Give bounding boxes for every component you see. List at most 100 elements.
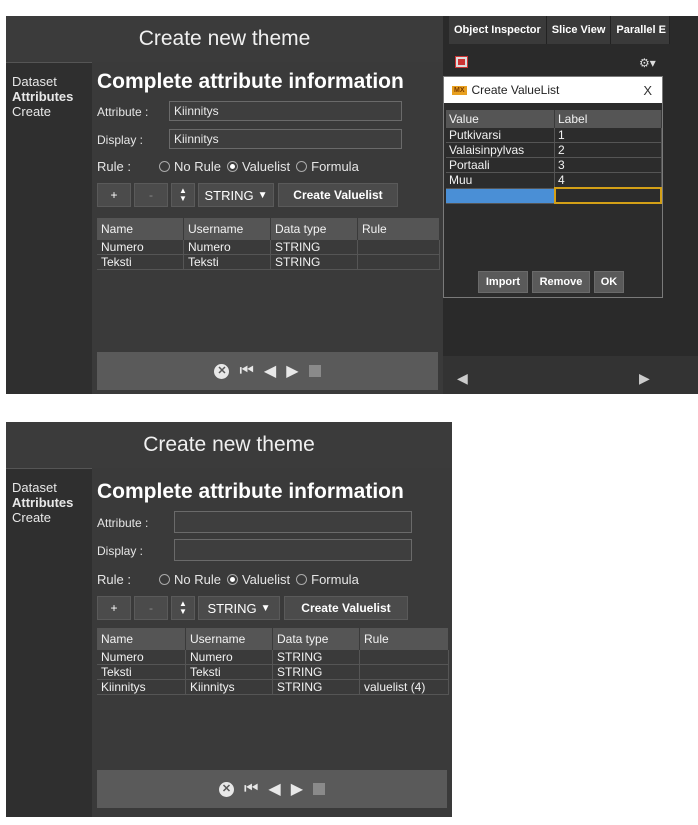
table-row[interactable]: Kiinnitys Kiinnitys STRING valuelist (4) bbox=[97, 679, 449, 695]
top-create-valuelist-button[interactable]: Create Valuelist bbox=[278, 183, 398, 207]
bottom-display-input[interactable] bbox=[174, 539, 412, 561]
table-row[interactable]: Teksti Teksti STRING bbox=[97, 664, 449, 680]
col-data-type[interactable]: Data type bbox=[272, 628, 360, 650]
valuelist-table: Value Label Putkivarsi 1 Valaisinpylvas 2 … bbox=[446, 110, 662, 204]
cell-label[interactable]: 2 bbox=[554, 142, 662, 158]
cell-rule bbox=[359, 650, 449, 665]
flag-icon[interactable] bbox=[455, 56, 468, 68]
col-value[interactable]: Value bbox=[446, 110, 555, 128]
cell-value[interactable]: Portaali bbox=[446, 157, 555, 173]
col-name[interactable]: Name bbox=[97, 628, 186, 650]
cell-value[interactable]: Putkivarsi bbox=[446, 128, 555, 143]
top-title-bar: Create new theme bbox=[6, 16, 443, 63]
bottom-move-stepper[interactable]: ▲ ▼ bbox=[171, 596, 195, 620]
table-row[interactable]: Muu 4 bbox=[446, 172, 662, 189]
first-page-icon[interactable]: ⏮ bbox=[244, 780, 258, 798]
bottom-add-button[interactable]: + bbox=[97, 596, 131, 620]
table-row[interactable]: Putkivarsi 1 bbox=[446, 128, 662, 143]
top-type-select[interactable]: STRING ▼ bbox=[198, 183, 274, 207]
remove-button[interactable]: Remove bbox=[532, 271, 590, 293]
top-display-input[interactable]: Kiinnitys bbox=[169, 129, 402, 149]
top-rule-row: Rule : No Rule Valuelist Formula bbox=[97, 159, 359, 174]
new-entry-row[interactable] bbox=[446, 187, 662, 204]
new-value-cell[interactable] bbox=[446, 188, 555, 204]
tab-parallel[interactable]: Parallel E bbox=[611, 16, 671, 44]
bottom-attributes-table: Name Username Data type Rule Numero Nume… bbox=[97, 628, 449, 695]
bottom-create-valuelist-button[interactable]: Create Valuelist bbox=[284, 596, 408, 620]
table-row[interactable]: Teksti Teksti STRING bbox=[97, 254, 440, 270]
right-arrow-icon[interactable]: ▶ bbox=[639, 370, 650, 387]
table-row[interactable]: Numero Numero STRING bbox=[97, 240, 440, 255]
sidebar-item-dataset[interactable]: Dataset bbox=[12, 480, 73, 495]
dialog-title: Create ValueList bbox=[471, 83, 560, 97]
gear-icon[interactable]: ⚙▾ bbox=[639, 56, 656, 70]
close-circle-icon[interactable]: ✕ bbox=[214, 363, 230, 379]
ok-button[interactable]: OK bbox=[594, 271, 624, 293]
cell-rule bbox=[357, 254, 440, 270]
table-header-row: Name Username Data type Rule bbox=[97, 628, 449, 650]
cell-data-type: STRING bbox=[270, 254, 358, 270]
tab-slice-view[interactable]: Slice View bbox=[546, 16, 612, 44]
bottom-radio-formula-label: Formula bbox=[311, 572, 359, 587]
first-page-icon[interactable]: ⏮ bbox=[239, 362, 253, 380]
top-add-button[interactable]: + bbox=[97, 183, 131, 207]
col-rule[interactable]: Rule bbox=[357, 218, 440, 240]
next-icon[interactable]: ▶ bbox=[291, 779, 303, 799]
close-icon[interactable]: X bbox=[643, 83, 652, 98]
right-bottom-bar bbox=[443, 356, 698, 394]
top-attribute-input[interactable]: Kiinnitys bbox=[169, 101, 402, 121]
bottom-radio-no-rule[interactable] bbox=[158, 574, 170, 585]
cell-name: Kiinnitys bbox=[97, 679, 186, 695]
top-radio-no-rule-label: No Rule bbox=[173, 159, 221, 174]
table-row[interactable]: Valaisinpylvas 2 bbox=[446, 142, 662, 158]
cell-data-type: STRING bbox=[272, 650, 360, 665]
col-name[interactable]: Name bbox=[97, 218, 184, 240]
sidebar-item-attributes[interactable]: Attributes bbox=[12, 89, 73, 104]
top-radio-valuelist[interactable] bbox=[226, 161, 238, 172]
sidebar-item-attributes[interactable]: Attributes bbox=[12, 495, 73, 510]
top-attributes-table: Name Username Data type Rule Numero Nume… bbox=[97, 218, 440, 270]
cell-username: Numero bbox=[185, 650, 273, 665]
bottom-radio-valuelist[interactable] bbox=[226, 574, 238, 585]
cell-value[interactable]: Valaisinpylvas bbox=[446, 142, 555, 158]
col-rule[interactable]: Rule bbox=[359, 628, 449, 650]
top-move-stepper[interactable]: ▲ ▼ bbox=[171, 183, 195, 207]
sidebar-item-create[interactable]: Create bbox=[12, 510, 73, 525]
cell-value[interactable]: Muu bbox=[446, 172, 555, 189]
cell-rule bbox=[359, 664, 449, 680]
top-radio-formula[interactable] bbox=[296, 161, 308, 172]
top-rule-label: Rule : bbox=[97, 159, 131, 174]
sidebar-item-dataset[interactable]: Dataset bbox=[12, 74, 73, 89]
bottom-type-select[interactable]: STRING ▼ bbox=[198, 596, 280, 620]
stop-icon[interactable] bbox=[313, 783, 326, 795]
prev-icon[interactable]: ◀ bbox=[264, 361, 276, 381]
top-radio-no-rule[interactable] bbox=[158, 161, 170, 172]
col-username[interactable]: Username bbox=[185, 628, 273, 650]
prev-icon[interactable]: ◀ bbox=[268, 779, 280, 799]
cell-label[interactable]: 4 bbox=[554, 172, 662, 189]
next-icon[interactable]: ▶ bbox=[286, 361, 298, 381]
down-arrow-icon: ▼ bbox=[179, 607, 187, 616]
cell-label[interactable]: 3 bbox=[554, 157, 662, 173]
bottom-remove-button[interactable]: - bbox=[134, 596, 168, 620]
top-radio-formula-label: Formula bbox=[311, 159, 359, 174]
close-circle-icon[interactable]: ✕ bbox=[218, 781, 234, 797]
col-data-type[interactable]: Data type bbox=[270, 218, 358, 240]
col-username[interactable]: Username bbox=[183, 218, 271, 240]
stop-icon[interactable] bbox=[308, 365, 321, 377]
dialog-title-bar: MX Create ValueList X bbox=[444, 77, 662, 103]
left-arrow-icon[interactable]: ◀ bbox=[457, 370, 468, 387]
sidebar-item-create[interactable]: Create bbox=[12, 104, 73, 119]
table-row[interactable]: Portaali 3 bbox=[446, 157, 662, 173]
bottom-radio-formula[interactable] bbox=[296, 574, 308, 585]
top-remove-button[interactable]: - bbox=[134, 183, 168, 207]
table-header-row: Value Label bbox=[446, 110, 662, 128]
bottom-type-value: STRING bbox=[207, 600, 257, 616]
new-label-cell[interactable] bbox=[553, 187, 662, 204]
bottom-attribute-input[interactable] bbox=[174, 511, 412, 533]
col-label[interactable]: Label bbox=[554, 110, 662, 128]
tab-object-inspector[interactable]: Object Inspector bbox=[449, 16, 547, 44]
table-row[interactable]: Numero Numero STRING bbox=[97, 650, 449, 665]
import-button[interactable]: Import bbox=[478, 271, 528, 293]
cell-label[interactable]: 1 bbox=[554, 128, 662, 143]
